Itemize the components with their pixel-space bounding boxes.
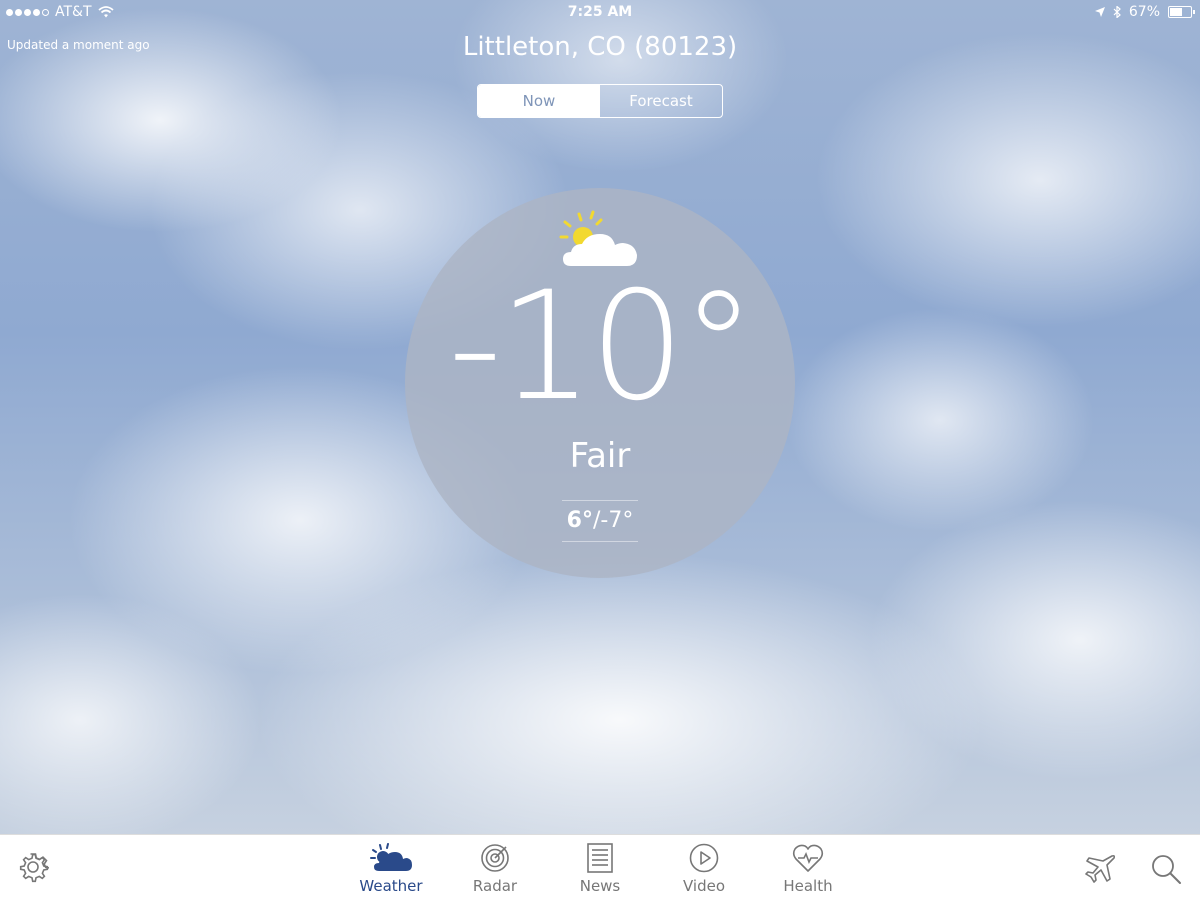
clock: 7:25 AM [567, 4, 633, 20]
bluetooth-icon [1113, 6, 1121, 18]
partly-sunny-icon [370, 843, 412, 871]
tab-now[interactable]: Now [478, 85, 600, 117]
battery-percent: 67% [1128, 4, 1160, 20]
airplane-icon[interactable] [1085, 853, 1117, 885]
tab-label-radar: Radar [472, 877, 518, 895]
location-title[interactable]: Littleton, CO (80123) [0, 32, 1200, 62]
tab-health[interactable]: Health [763, 843, 853, 895]
current-temperature: -10° [448, 260, 756, 434]
condition-text: Fair [569, 436, 631, 476]
radar-icon [481, 844, 509, 872]
tab-label-video: Video [682, 877, 726, 895]
gear-icon[interactable] [17, 851, 49, 883]
tab-label-health: Health [783, 877, 833, 895]
heart-pulse-icon [792, 844, 824, 872]
high-low-temperature: 6°/-7° [562, 500, 638, 542]
search-icon[interactable] [1150, 853, 1182, 885]
location-arrow-icon [1094, 7, 1105, 17]
status-right: 67% [1094, 4, 1195, 20]
tab-weather[interactable]: Weather [346, 843, 436, 895]
status-bar: AT&T 7:25 AM 67% [0, 0, 1200, 24]
tab-label-news: News [579, 877, 621, 895]
tab-label-weather: Weather [359, 877, 423, 895]
newspaper-icon [587, 843, 613, 873]
now-forecast-toggle: Now Forecast [477, 84, 723, 118]
tab-news[interactable]: News [555, 843, 645, 895]
battery-icon [1168, 6, 1195, 18]
play-circle-icon [689, 843, 719, 873]
high-temperature: 6° [566, 508, 593, 533]
current-conditions-card[interactable]: -10° Fair 6°/-7° [405, 188, 795, 578]
tab-video[interactable]: Video [659, 843, 749, 895]
tab-bar: Weather Radar News Video Health [0, 834, 1200, 900]
low-temperature: /-7° [592, 508, 634, 533]
tab-radar[interactable]: Radar [450, 843, 540, 895]
tab-forecast[interactable]: Forecast [600, 85, 722, 117]
